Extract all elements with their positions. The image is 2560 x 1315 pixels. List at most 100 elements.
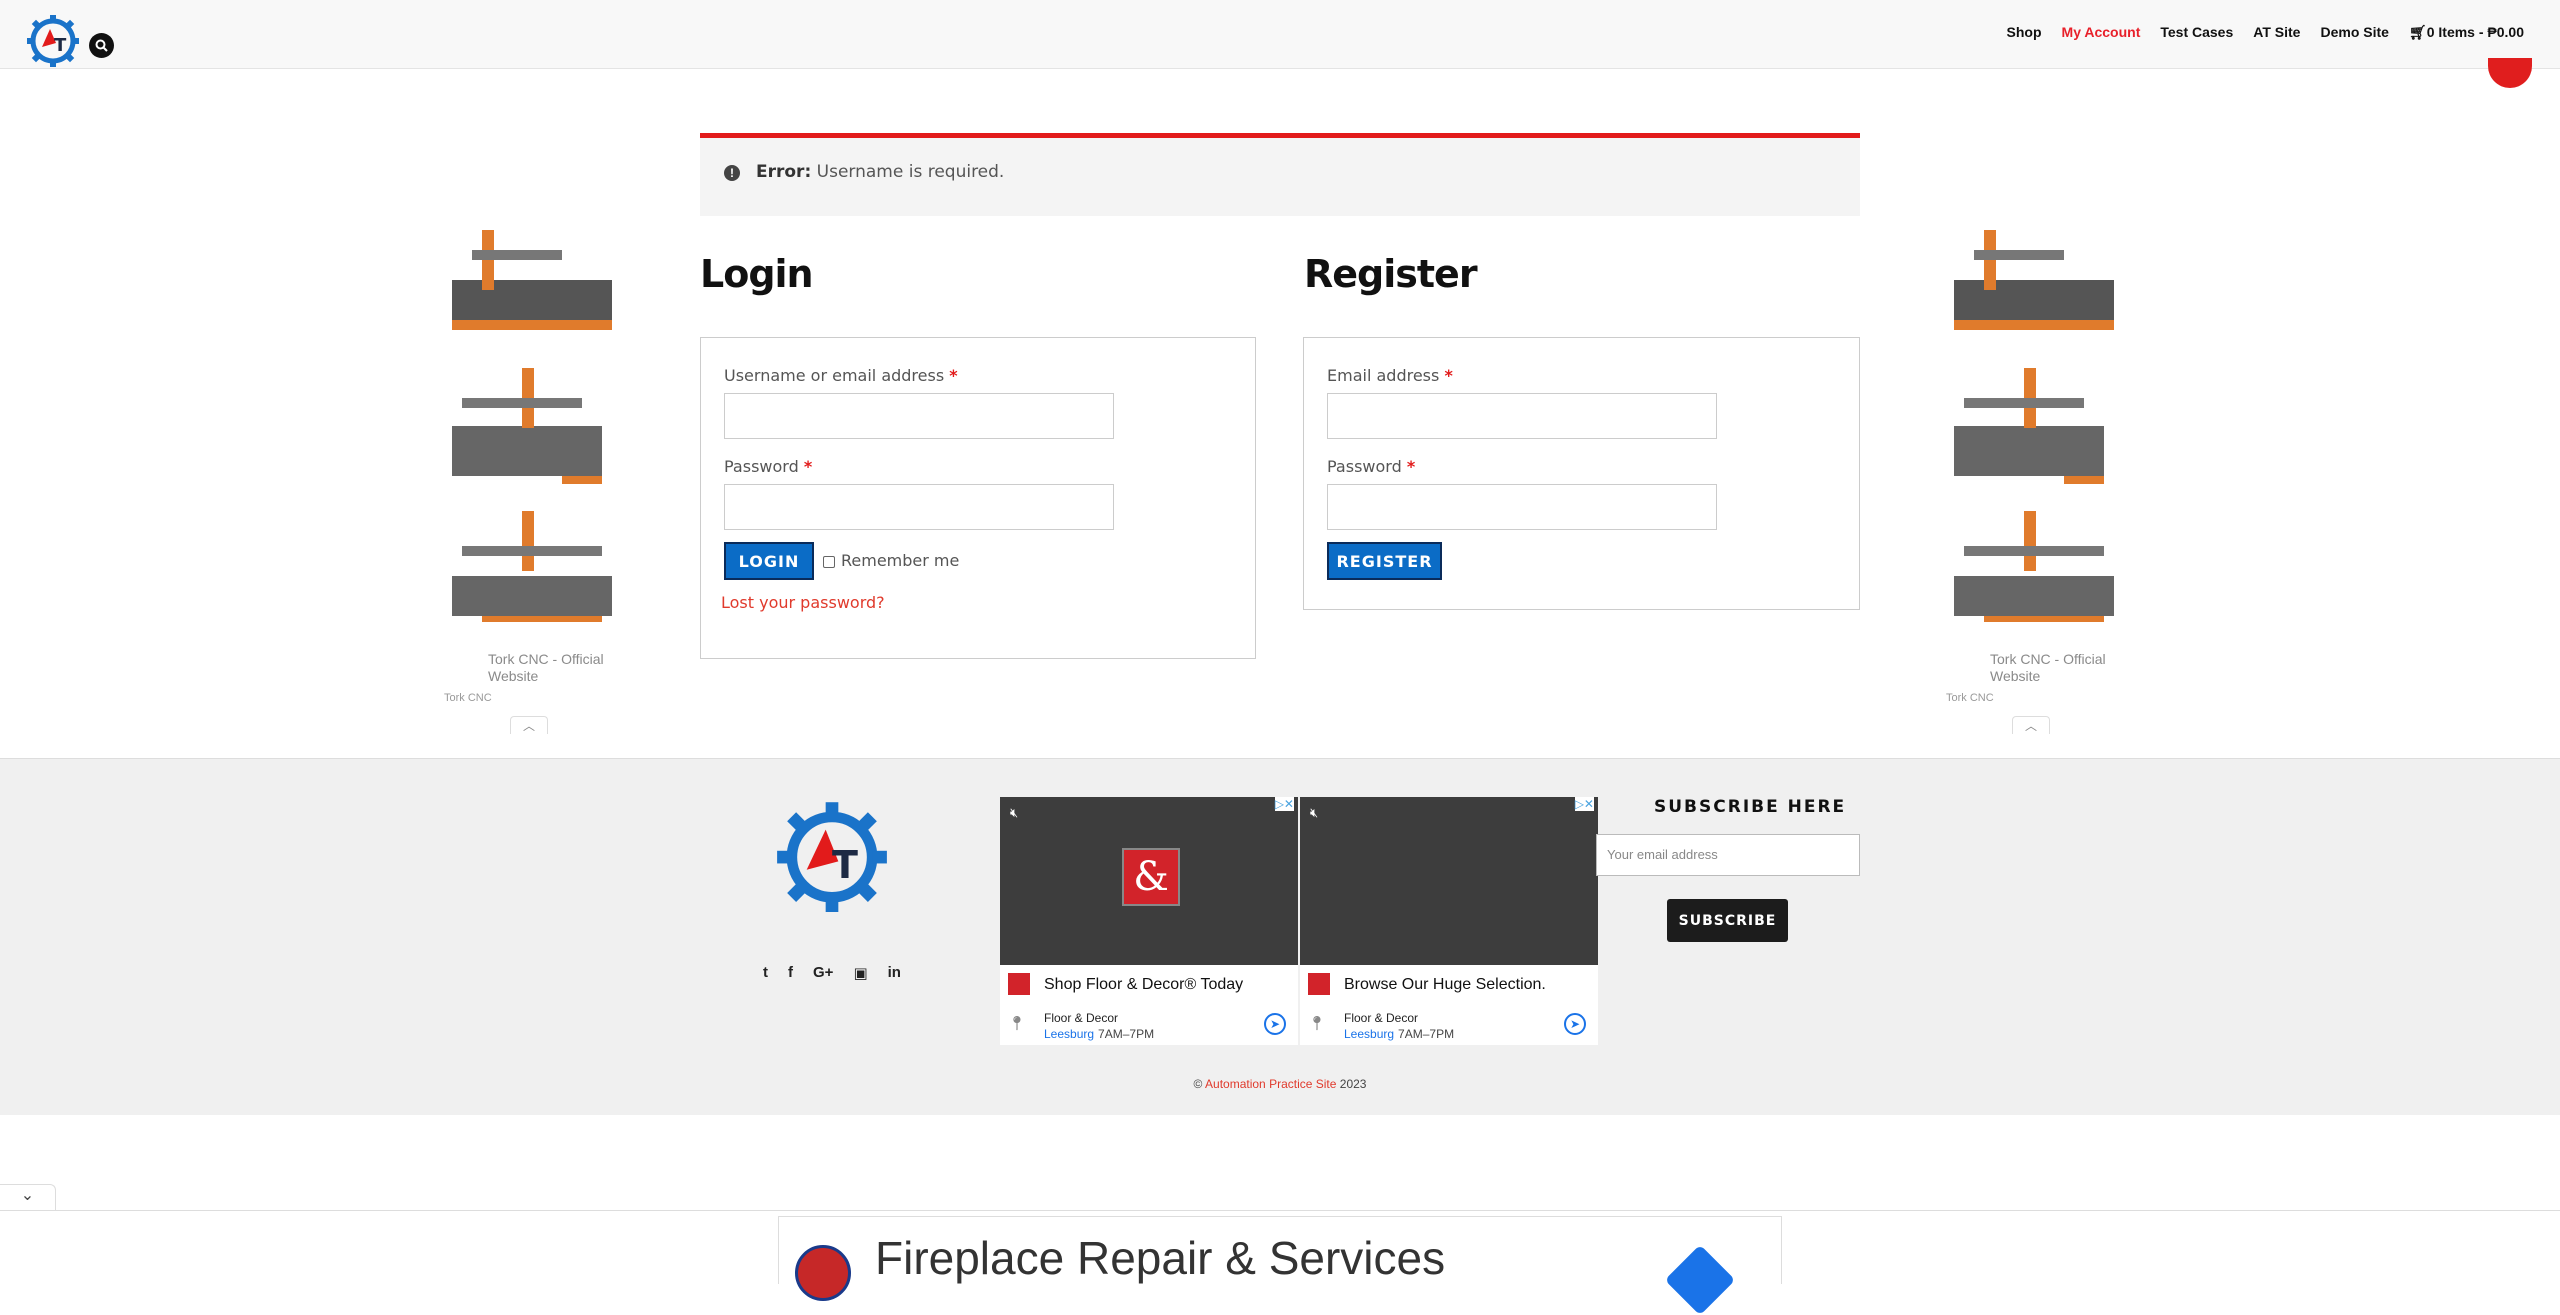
bottom-ad-headline[interactable]: Fireplace Repair & Services [875,1231,1445,1285]
cnc-machine-icon [1954,511,2114,622]
cnc-machine-icon [452,230,612,330]
error-label: Error: [756,162,812,182]
linkedin-icon[interactable]: in [888,964,901,982]
subscribe-email-input[interactable]: Your email address [1596,834,1860,876]
subscribe-title: SUBSCRIBE HERE [1654,797,1847,817]
cart-icon: 🛒︎ [2408,24,2427,40]
cnc-machine-icon [452,511,612,622]
nav-demo-site[interactable]: Demo Site [2320,24,2388,41]
directions-icon[interactable]: ➤ [1564,1013,1586,1035]
brand-logo-icon: & [1122,848,1180,906]
cnc-machine-icon [1954,230,2114,330]
directions-icon[interactable] [1664,1244,1736,1315]
search-button[interactable] [89,33,114,58]
nav-my-account[interactable]: My Account [2062,24,2141,41]
mute-icon[interactable]: 🔇︎ [1010,805,1018,821]
brand-badge-icon [1308,973,1330,995]
register-password-label: Password * [1327,457,1416,476]
google-plus-icon[interactable]: G+ [813,964,833,982]
facebook-icon[interactable]: f [788,964,793,982]
copyright-symbol: © [1193,1077,1203,1091]
ad-product-image[interactable] [1944,506,2118,644]
register-password-input[interactable] [1327,484,1717,530]
ad-title[interactable]: Tork CNC - Official Website [1990,651,2115,685]
login-title: Login [700,252,814,296]
cart-summary: 0 Items - ₱0.00 [2426,24,2524,40]
search-icon [95,39,108,52]
register-form: Email address * Password * REGISTER [1303,337,1860,610]
footer-logo-icon[interactable]: T [775,795,889,915]
copyright-link[interactable]: Automation Practice Site [1205,1077,1336,1091]
error-message: Username is required. [816,162,1005,182]
video-ad-player[interactable]: 🔇︎ ▷✕ & [1000,797,1298,965]
directions-icon[interactable]: ➤ [1264,1013,1286,1035]
video-ad-info[interactable]: Browse Our Huge Selection. 📍︎ Floor & De… [1300,965,1598,1045]
twitter-icon[interactable]: t [763,964,768,982]
register-title: Register [1304,252,1478,296]
nav-cart[interactable]: 🛒︎0 Items - ₱0.00 [2409,24,2524,41]
left-side-ad[interactable]: ▷ ✕ Tork CNC - Official Website Tork CNC… [440,208,618,734]
error-notice: ! Error: Username is required. [700,133,1860,216]
svg-text:T: T [54,35,67,56]
video-ad[interactable]: 🔇︎ ▷✕ & Shop Floor & Decor® Today 📍︎ Flo… [1000,797,1298,1045]
svg-text:T: T [832,843,858,887]
ad-product-image[interactable] [442,358,616,496]
video-ad-player[interactable]: 🔇︎ ▷✕ [1300,797,1598,965]
ad-product-image[interactable] [1944,210,2118,348]
ad-choices-icon[interactable]: ▷✕ [1274,797,1294,811]
ad-choices-icon[interactable]: ▷✕ [1574,797,1594,811]
password-label: Password * [724,457,813,476]
error-icon: ! [724,165,740,181]
login-form: Username or email address * Password * L… [700,337,1256,659]
map-pin-icon: 📍︎ [1008,1015,1026,1031]
main-nav: Shop My Account Test Cases AT Site Demo … [2007,24,2524,41]
video-ad-info[interactable]: Shop Floor & Decor® Today 📍︎ Floor & Dec… [1000,965,1298,1045]
ad-product-image[interactable] [442,506,616,644]
error-text: Error: Username is required. [756,162,1004,182]
ad-product-image[interactable] [442,210,616,348]
advertiser-logo-icon [795,1245,851,1301]
social-links: t f G+ ▣ in [763,964,901,982]
youtube-icon[interactable]: ▣ [853,964,867,982]
ad-location: Leesburg 7AM–7PM [1044,1027,1155,1041]
brand-badge-icon [1008,973,1030,995]
video-ad[interactable]: 🔇︎ ▷✕ Browse Our Huge Selection. 📍︎ Floo… [1300,797,1598,1045]
username-input[interactable] [724,393,1114,439]
copyright: © Automation Practice Site 2023 [0,1077,2560,1091]
ad-product-image[interactable] [1944,358,2118,496]
divider [0,1210,2560,1211]
ad-brand: Floor & Decor [1344,1011,1419,1025]
remember-me-label: Remember me [841,551,960,570]
login-button[interactable]: LOGIN [724,542,814,580]
ad-headline[interactable]: Browse Our Huge Selection. [1344,976,1546,994]
ad-headline[interactable]: Shop Floor & Decor® Today [1044,976,1243,994]
ad-collapse-button[interactable]: ︿ [510,716,548,734]
nav-test-cases[interactable]: Test Cases [2160,24,2233,41]
register-button[interactable]: REGISTER [1327,542,1442,580]
ad-title[interactable]: Tork CNC - Official Website [488,651,613,685]
site-logo-icon[interactable]: T [26,13,80,67]
copyright-year: 2023 [1339,1077,1367,1091]
password-input[interactable] [724,484,1114,530]
bottom-banner-ad[interactable]: Fireplace Repair & Services [778,1216,1782,1315]
bottom-ad-collapse-button[interactable]: ⌄ [0,1184,56,1210]
ad-brand: Floor & Decor [1044,1011,1119,1025]
cart-bubble[interactable] [2488,58,2532,88]
subscribe-button[interactable]: SUBSCRIBE [1667,899,1788,942]
register-email-input[interactable] [1327,393,1717,439]
lost-password-link[interactable]: Lost your password? [721,593,885,612]
ad-advertiser: Tork CNC [1946,692,1994,704]
email-label: Email address * [1327,366,1453,385]
map-pin-icon: 📍︎ [1308,1015,1326,1031]
site-header: T Shop My Account Test Cases AT Site Dem… [0,0,2560,69]
remember-me-checkbox[interactable] [823,556,835,568]
mute-icon[interactable]: 🔇︎ [1310,805,1318,821]
ad-collapse-button[interactable]: ︿ [2012,716,2050,734]
nav-at-site[interactable]: AT Site [2253,24,2300,41]
nav-shop[interactable]: Shop [2007,24,2042,41]
username-label: Username or email address * [724,366,958,385]
ad-location: Leesburg 7AM–7PM [1344,1027,1455,1041]
ad-advertiser: Tork CNC [444,692,492,704]
right-side-ad[interactable]: ▷ ✕ Tork CNC - Official Website Tork CNC… [1942,208,2120,734]
site-footer: T t f G+ ▣ in 🔇︎ ▷✕ & Shop Floor & Decor… [0,758,2560,1115]
